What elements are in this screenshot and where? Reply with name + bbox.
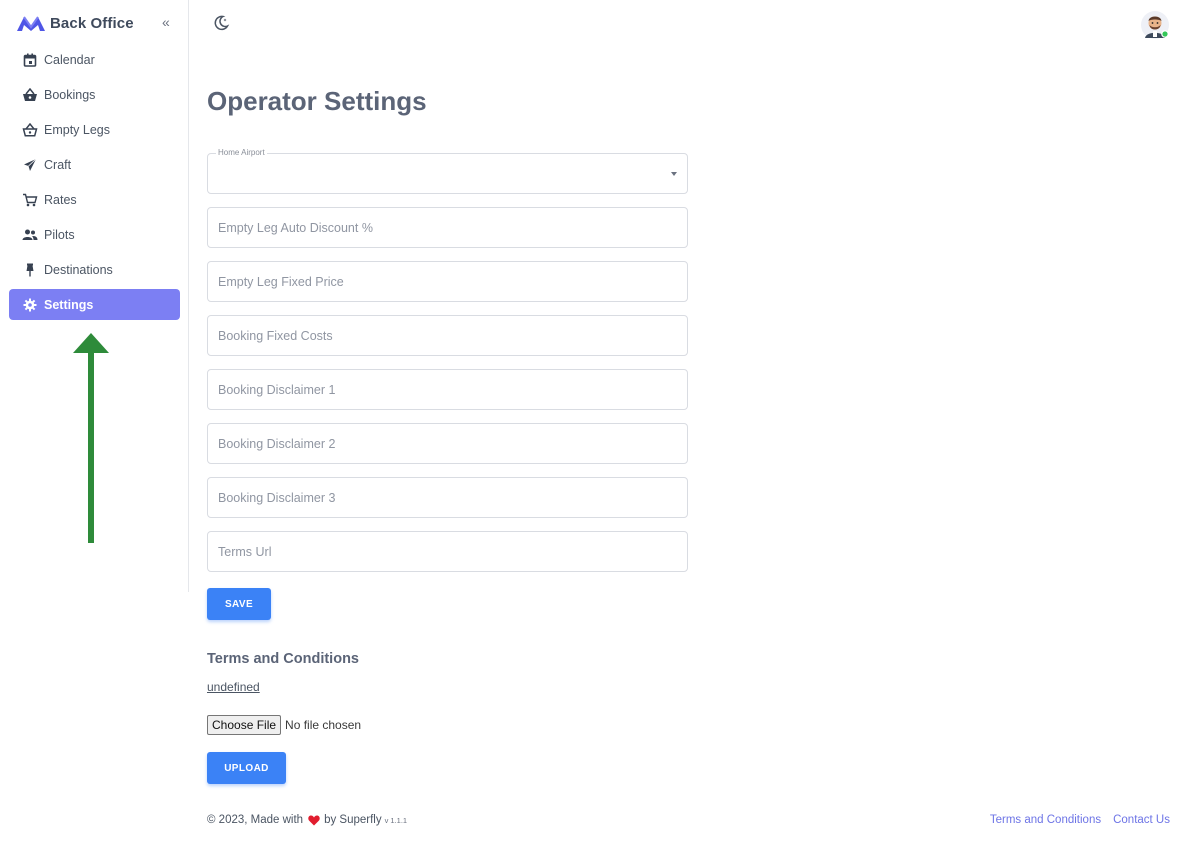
- home-airport-select[interactable]: Home Airport: [207, 148, 688, 194]
- sidebar-item-label: Empty Legs: [44, 122, 111, 137]
- empty-leg-fixed-price-input[interactable]: [208, 262, 687, 301]
- chevron-down-icon[interactable]: [671, 172, 677, 176]
- copyright-text: © 2023, Made with: [207, 814, 304, 826]
- sidebar-item-calendar[interactable]: Calendar: [9, 44, 180, 75]
- airplane-icon: [22, 157, 38, 173]
- empty-leg-fixed-price-field[interactable]: [207, 261, 688, 302]
- basket-outline-icon: [22, 122, 38, 138]
- sidebar-item-pilots[interactable]: Pilots: [9, 219, 180, 250]
- sidebar-item-label: Rates: [44, 192, 77, 207]
- collapse-sidebar-button[interactable]: «: [162, 13, 170, 31]
- footer-copyright: © 2023, Made with by Superfly v 1.1.1: [207, 814, 407, 826]
- file-status-text: No file chosen: [285, 718, 362, 732]
- booking-fixed-costs-field[interactable]: [207, 315, 688, 356]
- home-airport-input[interactable]: [208, 154, 687, 193]
- empty-leg-auto-discount-field[interactable]: [207, 207, 688, 248]
- footer-link-terms[interactable]: Terms and Conditions: [990, 814, 1101, 826]
- basket-icon: [22, 87, 38, 103]
- theme-toggle-button[interactable]: [212, 14, 230, 32]
- app-name: Back Office: [50, 14, 134, 32]
- sidebar-item-label: Destinations: [44, 262, 113, 277]
- sidebar-item-rates[interactable]: Rates: [9, 184, 180, 215]
- footer-links: Terms and Conditions Contact Us: [978, 814, 1170, 826]
- sidebar-item-destinations[interactable]: Destinations: [9, 254, 180, 285]
- sidebar-item-bookings[interactable]: Bookings: [9, 79, 180, 110]
- home-airport-label: Home Airport: [216, 148, 267, 158]
- sidebar-item-settings[interactable]: Settings: [9, 289, 180, 320]
- gear-icon: [22, 297, 38, 313]
- heart-icon: [308, 815, 320, 825]
- sidebar-nav: Calendar Bookings Empty Legs Craft Rates: [9, 44, 180, 324]
- booking-disclaimer-2-field[interactable]: [207, 423, 688, 464]
- sidebar-item-label: Calendar: [44, 52, 95, 67]
- annotation-arrow: [73, 333, 109, 543]
- people-icon: [22, 227, 38, 243]
- calendar-icon: [22, 52, 38, 68]
- upload-button[interactable]: UPLOAD: [207, 752, 286, 784]
- sidebar-item-label: Settings: [44, 297, 94, 312]
- booking-disclaimer-3-field[interactable]: [207, 477, 688, 518]
- user-avatar-button[interactable]: [1140, 10, 1170, 40]
- save-button[interactable]: SAVE: [207, 588, 271, 620]
- cart-icon: [22, 192, 38, 208]
- moon-icon: [214, 15, 230, 31]
- booking-disclaimer-3-input[interactable]: [208, 478, 687, 517]
- terms-url-field[interactable]: [207, 531, 688, 572]
- sidebar-item-label: Pilots: [44, 227, 75, 242]
- version-text: v 1.1.1: [384, 815, 408, 825]
- sidebar-item-label: Bookings: [44, 87, 96, 102]
- sidebar-item-craft[interactable]: Craft: [9, 149, 180, 180]
- file-picker: Choose File No file chosen: [207, 715, 361, 735]
- made-by-text: by Superfly: [324, 814, 382, 826]
- brand[interactable]: Back Office: [16, 12, 134, 34]
- page-title: Operator Settings: [207, 86, 427, 116]
- logo-icon: [17, 16, 45, 31]
- footer-link-contact[interactable]: Contact Us: [1113, 814, 1170, 826]
- sidebar: Back Office « Calendar Bookings Empty Le…: [0, 0, 189, 592]
- user-avatar-icon: [1141, 11, 1169, 39]
- terms-document-link[interactable]: undefined: [207, 680, 260, 694]
- empty-leg-auto-discount-input[interactable]: [208, 208, 687, 247]
- choose-file-button[interactable]: Choose File: [207, 715, 282, 735]
- booking-disclaimer-2-input[interactable]: [208, 424, 687, 463]
- sidebar-item-label: Craft: [44, 157, 72, 172]
- booking-fixed-costs-input[interactable]: [208, 316, 687, 355]
- terms-url-input[interactable]: [208, 532, 687, 571]
- booking-disclaimer-1-field[interactable]: [207, 369, 688, 410]
- terms-section-title: Terms and Conditions: [207, 651, 359, 667]
- booking-disclaimer-1-input[interactable]: [208, 370, 687, 409]
- sidebar-item-empty-legs[interactable]: Empty Legs: [9, 114, 180, 145]
- pin-icon: [22, 262, 38, 278]
